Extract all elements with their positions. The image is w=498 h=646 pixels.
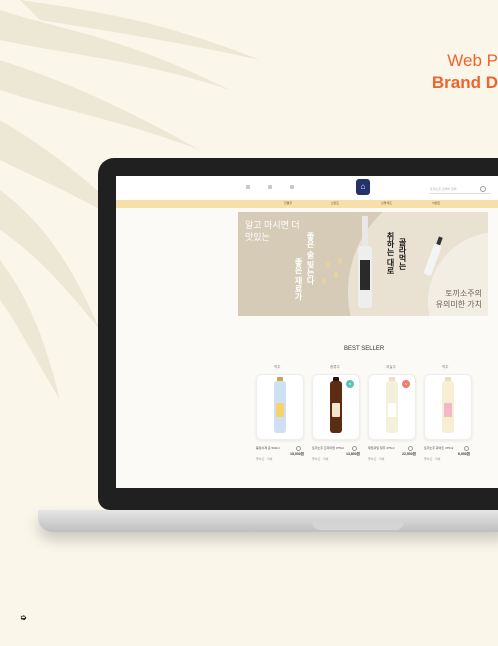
product-category: 과실주 [386, 365, 396, 369]
rice-grain-image [338, 258, 342, 264]
page-headline: Web P Brand D [432, 50, 498, 94]
bottle-label-image [444, 403, 452, 417]
cart-icon[interactable] [290, 185, 294, 189]
headline-line-1: Web P [447, 51, 498, 70]
nav-item-1[interactable]: 전통주 [284, 201, 292, 205]
bottle-label-image [388, 403, 396, 417]
hero-text: 알고 마시면 더 맛있는 [245, 220, 300, 242]
product-meta: 좋아요 · 리뷰 [312, 457, 329, 461]
laptop-base [38, 510, 498, 532]
product-price: 15,000원 [290, 452, 304, 456]
product-card[interactable] [256, 374, 304, 440]
hero-banner[interactable]: 알고 마시면 더 맛있는 좋은 술 빚는다 좋은 재료가 취하는 대로 골라먹는… [238, 212, 488, 316]
product-meta: 좋아요 · 리뷰 [368, 457, 385, 461]
rice-grain-image [334, 272, 338, 278]
product-name[interactable]: 제철과일 청주 375ml [368, 446, 424, 450]
like-icon[interactable] [464, 446, 469, 451]
hero-vertical-text-1: 좋은 술 빚는다 [306, 232, 315, 285]
product-category: 약주 [442, 365, 449, 369]
hero-subtext-line-1: 토끼소주의 [445, 289, 482, 298]
laptop-base-notch [312, 522, 404, 530]
product-name[interactable]: 풍정사계 춘 500ml [256, 446, 312, 450]
corner-logo-mark: ➭ [20, 613, 27, 622]
bottle-label-image [332, 403, 340, 417]
site-logo[interactable]: ⌂ [356, 179, 370, 195]
nav-item-4[interactable]: 이벤트 [432, 201, 440, 205]
like-icon[interactable] [408, 446, 413, 451]
product-name[interactable]: 토끼소주 화이트 375ml [424, 446, 480, 450]
hero-vertical-text-3: 취하는 대로 [386, 232, 395, 275]
product-price: 6,900원 [458, 452, 470, 456]
menu-icon[interactable] [246, 185, 250, 189]
rice-grain-image [326, 262, 330, 268]
product-category: 증류주 [330, 365, 340, 369]
product-name[interactable]: 토끼소주 프리미엄 375ml [312, 446, 368, 450]
nav-item-2[interactable]: 브랜드 [331, 201, 339, 205]
like-icon[interactable] [352, 446, 357, 451]
hero-subtext-line-2: 유의미한 가치 [435, 300, 482, 309]
laptop-screen: ⌂ 토끼소주 검색어 입력 전통주 브랜드 선물세트 이벤트 알고 마시면 더 … [116, 176, 498, 488]
header-icons [246, 185, 294, 189]
user-icon[interactable] [268, 185, 272, 189]
product-badge: B [346, 380, 354, 388]
bottle-label-image [276, 403, 284, 417]
product-meta: 좋아요 · 리뷰 [256, 457, 273, 461]
product-category: 약주 [274, 365, 281, 369]
nav-item-3[interactable]: 선물세트 [381, 201, 392, 205]
rice-grain-image [322, 278, 326, 284]
hero-bottle-image [358, 216, 372, 308]
headline-line-2: Brand D [431, 73, 498, 92]
main-nav: 전통주 브랜드 선물세트 이벤트 [116, 200, 498, 208]
hero-vertical-text-2: 좋은 재료가 [294, 258, 303, 301]
like-icon[interactable] [296, 446, 301, 451]
best-seller-title: BEST SELLER [344, 346, 385, 352]
product-badge: N [402, 380, 410, 388]
product-card[interactable] [424, 374, 472, 440]
site-header: ⌂ 토끼소주 검색어 입력 [116, 176, 498, 200]
hero-subtext: 토끼소주의 유의미한 가치 [436, 288, 482, 310]
product-price: 22,500원 [402, 452, 416, 456]
hero-vertical-text-4: 골라먹는 [398, 238, 407, 270]
product-price: 13,800원 [346, 452, 360, 456]
product-meta: 좋아요 · 리뷰 [424, 457, 441, 461]
search-icon[interactable] [480, 186, 486, 192]
